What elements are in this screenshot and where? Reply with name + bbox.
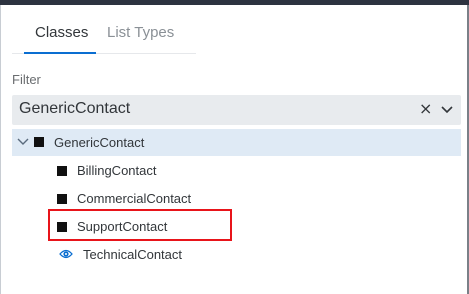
tree-row-technical-contact[interactable]: TechnicalContact (12, 241, 461, 268)
class-square-icon (57, 166, 67, 176)
tab-list-types[interactable]: List Types (107, 24, 174, 41)
tree-label-generic-contact[interactable]: GenericContact (54, 135, 144, 150)
clear-icon[interactable]: × (419, 99, 432, 118)
tree-row-commercial-contact[interactable]: CommercialContact (12, 185, 461, 212)
tree-label-commercial-contact[interactable]: CommercialContact (77, 191, 191, 206)
expand-chevron-icon[interactable] (17, 137, 29, 147)
class-square-icon (57, 194, 67, 204)
class-square-icon (34, 137, 44, 147)
tab-classes[interactable]: Classes (35, 24, 88, 41)
filter-label: Filter (12, 72, 41, 87)
filter-combobox[interactable]: GenericContact × (12, 95, 461, 125)
eye-icon (59, 249, 73, 259)
highlight-box (48, 209, 232, 241)
tree-row-billing-contact[interactable]: BillingContact (12, 157, 461, 184)
tree-label-billing-contact[interactable]: BillingContact (77, 163, 157, 178)
panel-left-border (0, 5, 1, 294)
filter-value[interactable]: GenericContact (19, 100, 130, 118)
window-top-bar (0, 0, 469, 5)
chevron-down-icon[interactable] (439, 101, 455, 117)
tree-row-generic-contact[interactable]: GenericContact (12, 129, 461, 156)
tab-bar: Classes List Types (12, 18, 196, 54)
tree-label-technical-contact[interactable]: TechnicalContact (83, 247, 182, 262)
active-tab-indicator (24, 52, 96, 54)
